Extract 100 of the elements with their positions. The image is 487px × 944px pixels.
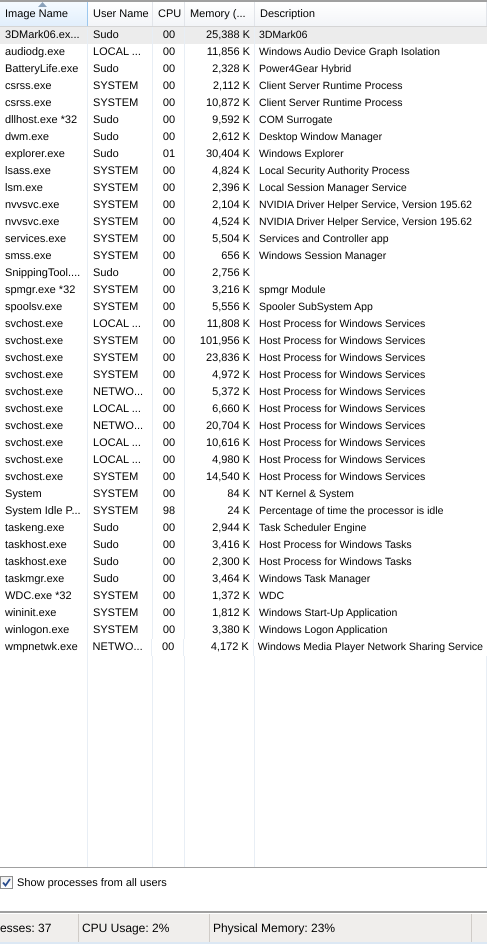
process-row[interactable]: System SYSTEM 00 84 K NT Kernel & System [0, 486, 487, 503]
process-row[interactable]: svchost.exe LOCAL ... 00 10,616 K Host Process for Windows Services [0, 435, 487, 452]
cpu-cell: 00 [153, 605, 185, 622]
description-cell-text: Host Process for Windows Services [258, 419, 426, 434]
image-name-cell: wmpnetwk.exe [0, 639, 88, 656]
image-name-cell: dwm.exe [0, 129, 88, 146]
user-name-cell: SYSTEM [88, 622, 153, 639]
description-cell-text: 3DMark06 [258, 28, 308, 43]
user-name-cell: Sudo [88, 554, 153, 571]
user-name-cell: SYSTEM [88, 503, 153, 520]
memory-cell: 656 K [185, 248, 255, 265]
process-row[interactable]: lsass.exe SYSTEM 00 4,824 K Local Security Authority Process [0, 163, 487, 180]
process-row[interactable]: taskhost.exe Sudo 00 2,300 K Host Process for Windows Tasks [0, 554, 487, 571]
description-cell-text: Windows Media Player Network Sharing Service [256, 640, 484, 655]
process-row[interactable]: winlogon.exe SYSTEM 00 3,380 K Windows Logon Application [0, 622, 487, 639]
memory-cell: 14,540 K [185, 469, 255, 486]
memory-cell: 4,980 K [185, 452, 255, 469]
image-name-cell: nvvsvc.exe [0, 197, 88, 214]
column-header[interactable]: CPU [153, 2, 185, 26]
image-name-cell: taskmgr.exe [0, 571, 88, 588]
process-row[interactable]: csrss.exe SYSTEM 00 10,872 K Client Server Runtime Process [0, 95, 487, 112]
cpu-cell: 01 [153, 146, 185, 163]
user-name-cell: Sudo [88, 571, 153, 588]
memory-cell: 2,396 K [185, 180, 255, 197]
description-cell-text: Windows Start-Up Application [258, 606, 398, 621]
process-row[interactable]: csrss.exe SYSTEM 00 2,112 K Client Server Runtime Process [0, 78, 487, 95]
description-cell-text: Host Process for Windows Services [258, 436, 426, 451]
process-row[interactable]: lsm.exe SYSTEM 00 2,396 K Local Session Manager Service [0, 180, 487, 197]
description-cell-text: Desktop Window Manager [258, 130, 384, 145]
memory-cell: 6,660 K [185, 401, 255, 418]
user-name-cell: SYSTEM [88, 486, 153, 503]
process-row[interactable]: svchost.exe LOCAL ... 00 6,660 K Host Process for Windows Services [0, 401, 487, 418]
checkbox[interactable] [0, 876, 13, 889]
image-name-cell: WDC.exe *32 [0, 588, 88, 605]
process-row[interactable]: smss.exe SYSTEM 00 656 K Windows Session Manager [0, 248, 487, 265]
user-name-cell: SYSTEM [88, 95, 153, 112]
process-row[interactable]: services.exe SYSTEM 00 5,504 K Services and Controller app [0, 231, 487, 248]
process-row[interactable]: taskeng.exe Sudo 00 2,944 K Task Scheduler Engine [0, 520, 487, 537]
image-name-cell: lsm.exe [0, 180, 88, 197]
process-row[interactable]: taskhost.exe Sudo 00 3,416 K Host Process for Windows Tasks [0, 537, 487, 554]
image-name-cell: dllhost.exe *32 [0, 112, 88, 129]
description-cell-text: Host Process for Windows Services [258, 402, 426, 417]
process-row[interactable]: 3DMark06.ex... Sudo 00 25,388 K 3DMark06 [0, 27, 487, 44]
memory-cell: 2,612 K [185, 129, 255, 146]
user-name-cell: Sudo [88, 27, 153, 44]
image-name-cell: csrss.exe [0, 95, 88, 112]
cpu-cell: 00 [153, 265, 185, 282]
description-cell-text: NT Kernel & System [258, 487, 355, 502]
column-header[interactable]: Description [255, 2, 487, 26]
process-row[interactable]: svchost.exe LOCAL ... 00 4,980 K Host Process for Windows Services [0, 452, 487, 469]
process-row[interactable]: nvvsvc.exe SYSTEM 00 2,104 K NVIDIA Driver Helper Service, Version 195.62 [0, 197, 487, 214]
process-row[interactable]: svchost.exe SYSTEM 00 14,540 K Host Process for Windows Services [0, 469, 487, 486]
column-header[interactable]: User Name [88, 2, 153, 26]
user-name-cell: SYSTEM [88, 248, 153, 265]
description-cell-text: Host Process for Windows Services [258, 351, 426, 366]
cpu-cell: 00 [153, 367, 185, 384]
user-name-cell: SYSTEM [88, 163, 153, 180]
process-row[interactable]: nvvsvc.exe SYSTEM 00 4,524 K NVIDIA Driver Helper Service, Version 195.62 [0, 214, 487, 231]
user-name-cell: SYSTEM [88, 333, 153, 350]
process-row[interactable]: dwm.exe Sudo 00 2,612 K Desktop Window Manager [0, 129, 487, 146]
memory-cell: 1,812 K [185, 605, 255, 622]
process-row[interactable]: dllhost.exe *32 Sudo 00 9,592 K COM Surrogate [0, 112, 487, 129]
image-name-cell: SnippingTool.... [0, 265, 88, 282]
description-cell-text: Client Server Runtime Process [258, 96, 404, 111]
description-cell-text: Percentage of time the processor is idle [258, 504, 444, 519]
process-row[interactable]: svchost.exe SYSTEM 00 101,956 K Host Process for Windows Services [0, 333, 487, 350]
column-header[interactable]: Image Name [0, 2, 88, 26]
process-row[interactable]: spmgr.exe *32 SYSTEM 00 3,216 K spmgr Module [0, 282, 487, 299]
process-row[interactable]: explorer.exe Sudo 01 30,404 K Windows Explorer [0, 146, 487, 163]
memory-cell: 3,216 K [185, 282, 255, 299]
image-name-cell: svchost.exe [0, 418, 88, 435]
process-row[interactable]: System Idle P... SYSTEM 98 24 K Percentage of time the processor is idle [0, 503, 487, 520]
user-name-cell: Sudo [88, 61, 153, 78]
process-row[interactable]: wininit.exe SYSTEM 00 1,812 K Windows Start-Up Application [0, 605, 487, 622]
memory-cell: 5,504 K [185, 231, 255, 248]
process-row[interactable]: taskmgr.exe Sudo 00 3,464 K Windows Task Manager [0, 571, 487, 588]
process-row[interactable]: BatteryLife.exe Sudo 00 2,328 K Power4Gear Hybrid [0, 61, 487, 78]
process-row[interactable]: WDC.exe *32 SYSTEM 00 1,372 K WDC [0, 588, 487, 605]
memory-cell: 2,944 K [185, 520, 255, 537]
process-row[interactable]: svchost.exe SYSTEM 00 23,836 K Host Process for Windows Services [0, 350, 487, 367]
process-row[interactable]: svchost.exe NETWO... 00 20,704 K Host Process for Windows Services [0, 418, 487, 435]
process-row[interactable]: audiodg.exe LOCAL ... 00 11,856 K Windows Audio Device Graph Isolation [0, 44, 487, 61]
image-name-cell: System Idle P... [0, 503, 88, 520]
image-name-cell: smss.exe [0, 248, 88, 265]
cpu-cell: 00 [153, 299, 185, 316]
column-header[interactable]: Memory (... [185, 2, 255, 26]
show-all-users-checkbox[interactable]: Show processes from all users [0, 876, 167, 889]
description-cell-text: Host Process for Windows Tasks [258, 538, 413, 553]
process-row[interactable]: svchost.exe SYSTEM 00 4,972 K Host Process for Windows Services [0, 367, 487, 384]
memory-cell: 1,372 K [185, 588, 255, 605]
memory-cell: 25,388 K [185, 27, 255, 44]
description-cell-text: Power4Gear Hybrid [258, 62, 352, 77]
process-row[interactable]: svchost.exe LOCAL ... 00 11,808 K Host Process for Windows Services [0, 316, 487, 333]
process-row[interactable]: spoolsv.exe SYSTEM 00 5,556 K Spooler SubSystem App [0, 299, 487, 316]
image-name-cell: services.exe [0, 231, 88, 248]
process-row[interactable]: svchost.exe NETWO... 00 5,372 K Host Process for Windows Services [0, 384, 487, 401]
memory-cell: 24 K [185, 503, 255, 520]
memory-cell: 2,112 K [185, 78, 255, 95]
process-row[interactable]: wmpnetwk.exe NETWO... 00 4,172 K Windows Media Player Network Sharing Service [0, 639, 487, 656]
process-row[interactable]: SnippingTool.... Sudo 00 2,756 K [0, 265, 487, 282]
